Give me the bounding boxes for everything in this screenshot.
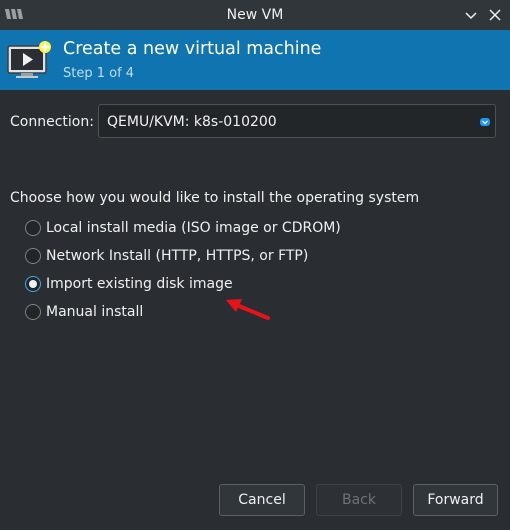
install-method-heading: Choose how you would like to install the… [10, 190, 420, 206]
title-bar[interactable]: New VM [0, 0, 510, 30]
monitor-new-vm-icon [7, 41, 51, 78]
cancel-button[interactable]: Cancel [219, 484, 305, 516]
option-import-disk-image[interactable]: Import existing disk image [25, 274, 385, 294]
option-label: Manual install [46, 304, 144, 320]
forward-button[interactable]: Forward [413, 484, 498, 516]
step-indicator: Step 1 of 4 [63, 66, 135, 81]
option-local-install[interactable]: Local install media (ISO image or CDROM) [25, 218, 385, 238]
connection-label: Connection: [10, 114, 94, 130]
connection-select[interactable]: QEMU/KVM: k8s-010200 [98, 104, 496, 138]
option-network-install[interactable]: Network Install (HTTP, HTTPS, or FTP) [25, 246, 385, 266]
dropdown-arrow-icon [480, 118, 490, 126]
option-label: Import existing disk image [46, 276, 233, 292]
option-label: Local install media (ISO image or CDROM) [46, 220, 341, 236]
red-arrow-icon [226, 299, 270, 320]
radio-button[interactable] [25, 248, 41, 264]
back-button[interactable]: Back [316, 484, 402, 516]
banner-title: Create a new virtual machine [63, 39, 322, 59]
window-title: New VM [226, 7, 284, 23]
radio-button-selected[interactable] [25, 276, 41, 292]
radio-button[interactable] [25, 304, 41, 320]
option-manual-install[interactable]: Manual install [25, 302, 385, 322]
option-label: Network Install (HTTP, HTTPS, or FTP) [46, 248, 309, 264]
chevron-down-icon[interactable] [462, 6, 480, 24]
new-vm-dialog: New VM Create a new virtual machine Step… [0, 0, 510, 530]
radio-button[interactable] [25, 220, 41, 236]
close-icon[interactable] [486, 6, 504, 24]
connection-value: QEMU/KVM: k8s-010200 [107, 114, 277, 130]
header-banner: Create a new virtual machine Step 1 of 4 [0, 30, 510, 90]
